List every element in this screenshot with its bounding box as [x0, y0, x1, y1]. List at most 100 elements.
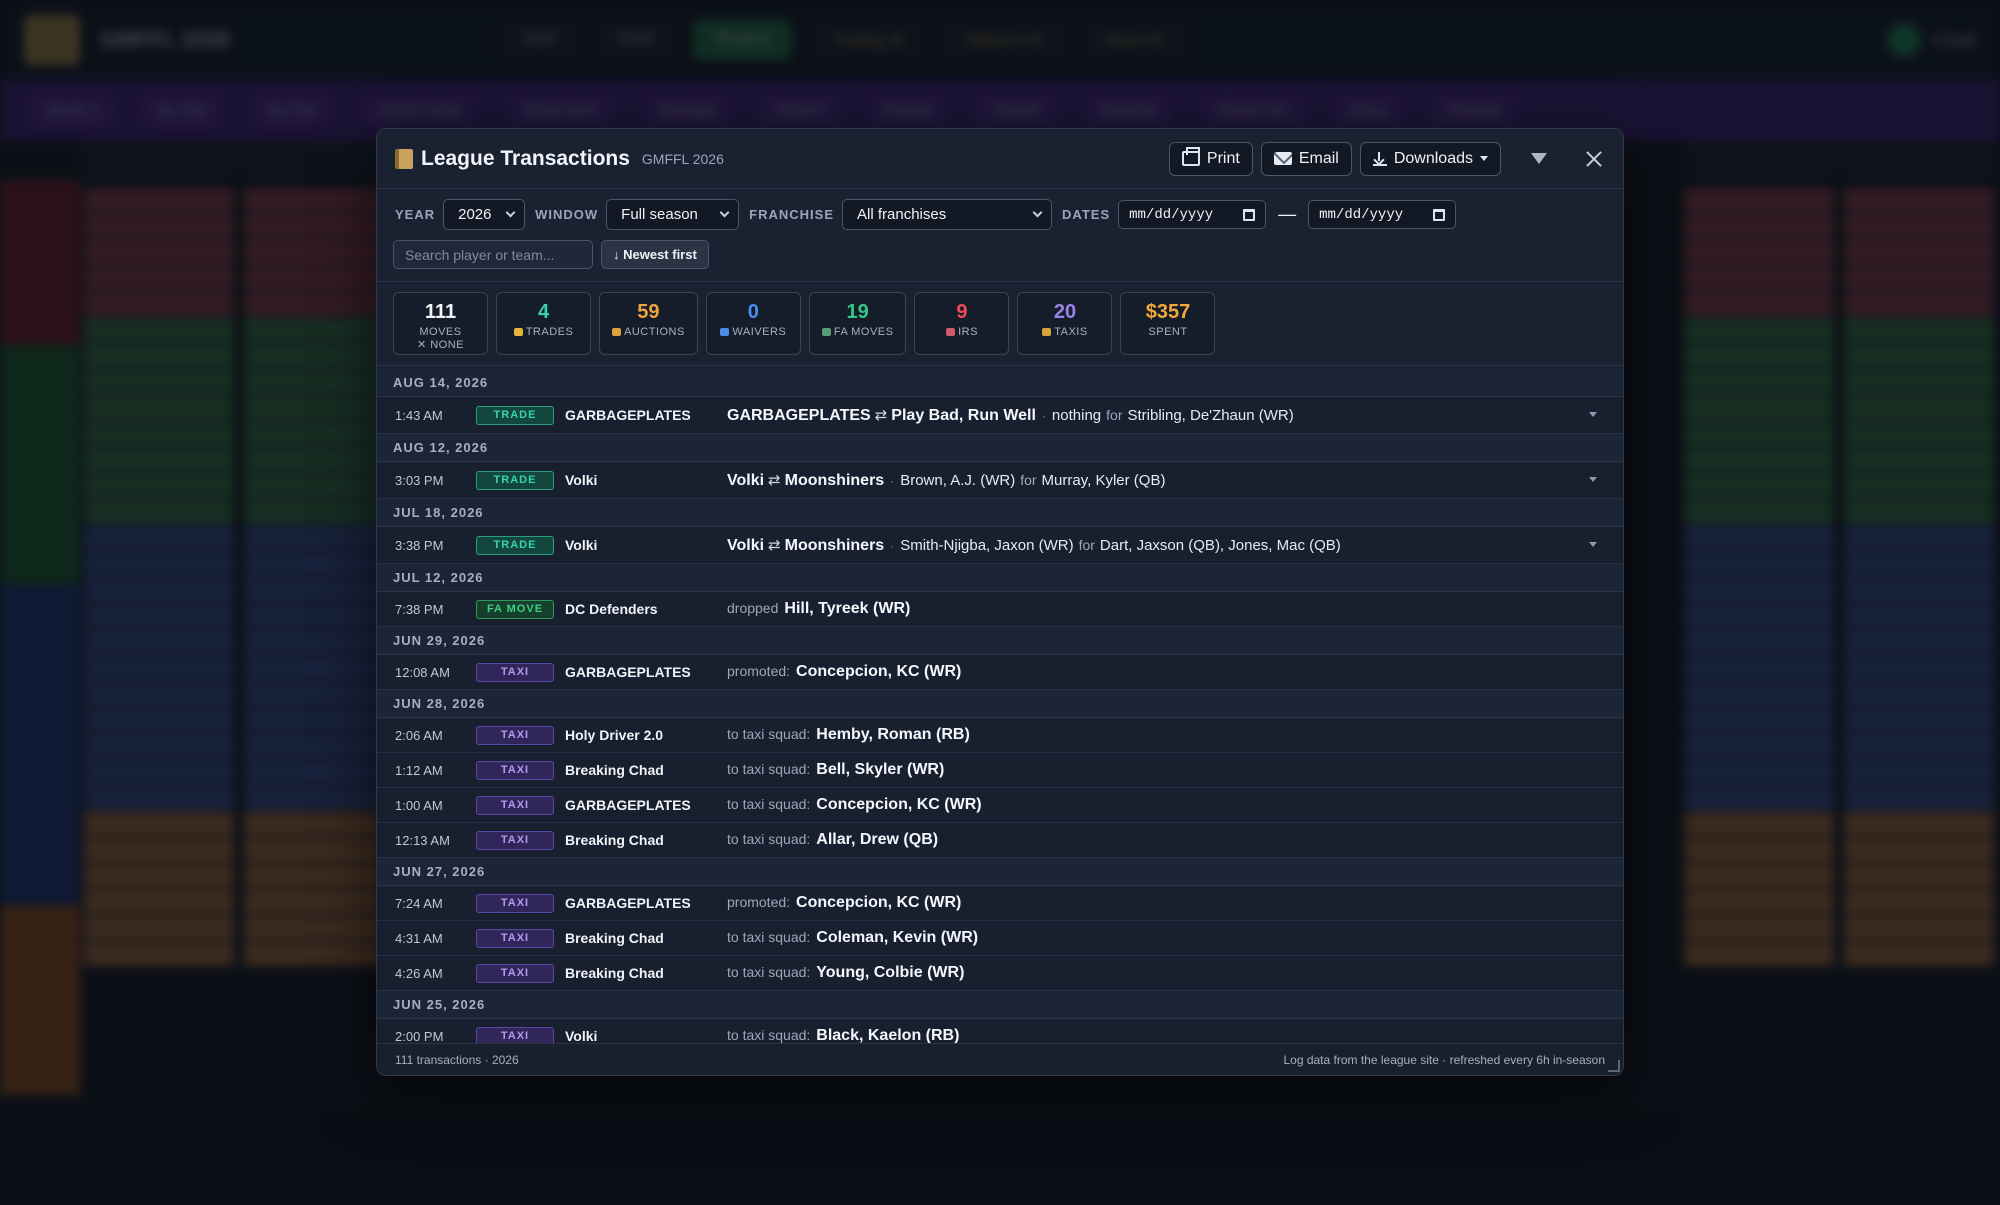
player-name[interactable]: Bell, Skyler (WR) — [816, 761, 944, 778]
player-name[interactable]: Hill, Tyreek (WR) — [784, 600, 910, 617]
stat-icon — [1042, 328, 1052, 336]
date-to-input[interactable]: mm/dd/yyyy — [1308, 200, 1457, 229]
transaction-row[interactable]: 2:06 AM TAXI Holy Driver 2.0 to taxi squad:… — [377, 718, 1623, 753]
player-name[interactable]: Young, Colbie (WR) — [816, 964, 964, 981]
expand-chevron-icon[interactable] — [1589, 412, 1597, 417]
separator-dot: · — [1041, 408, 1046, 423]
window-select[interactable]: Full season — [606, 199, 740, 230]
transaction-time: 2:06 AM — [395, 727, 443, 743]
stat-waivers[interactable]: 0 WAIVERS — [705, 292, 801, 355]
date-group-header: JUN 27, 2026 — [377, 858, 1623, 886]
window-value: Full season — [621, 206, 698, 223]
transaction-type-badge: TAXI — [476, 830, 554, 850]
transaction-row[interactable]: 7:24 AM TAXI GARBAGEPLATES promoted: Concepc… — [377, 886, 1623, 921]
trade-for-word: for — [1020, 471, 1037, 488]
player-name[interactable]: Concepcion, KC (WR) — [816, 796, 981, 813]
calendar-icon[interactable] — [1433, 208, 1446, 221]
stat-label: TAXIS — [1042, 326, 1087, 338]
downloads-button[interactable]: Downloads — [1359, 141, 1501, 176]
player-name[interactable]: Concepcion, KC (WR) — [796, 894, 961, 911]
email-button[interactable]: Email — [1260, 141, 1352, 176]
player-name[interactable]: Black, Kaelon (RB) — [816, 1027, 959, 1044]
chevron-down-icon — [1480, 156, 1488, 161]
transaction-team[interactable]: Breaking Chad — [565, 930, 727, 946]
stat-fa-moves[interactable]: 19 FA MOVES — [808, 292, 907, 355]
trade-team-to[interactable]: Moonshiners — [785, 472, 885, 489]
modal-title: League Transactions — [421, 146, 630, 170]
transaction-time: 3:38 PM — [395, 537, 444, 553]
transaction-row[interactable]: 3:03 PM TRADE Volki Volki ⇄ Moonshiners · Brown… — [377, 462, 1623, 499]
transaction-row[interactable]: 2:00 PM TAXI Volki to taxi squad: Black, Kae… — [377, 1019, 1623, 1045]
print-button[interactable]: Print — [1168, 141, 1253, 176]
transaction-type-badge: TAXI — [476, 963, 554, 983]
franchise-label: FRANCHISE — [749, 207, 835, 222]
transaction-description: to taxi squad: Hemby, Roman (RB) — [727, 726, 970, 744]
franchise-select[interactable]: All franchises — [842, 199, 1053, 230]
action-prefix: dropped — [727, 600, 779, 616]
player-name[interactable]: Allar, Drew (QB) — [816, 831, 938, 848]
stat-taxis[interactable]: 20 TAXIS — [1017, 292, 1113, 355]
stat-auctions[interactable]: 59 AUCTIONS — [599, 292, 698, 355]
trade-team-from[interactable]: Volki — [727, 537, 764, 554]
player-name[interactable]: Concepcion, KC (WR) — [796, 663, 961, 680]
filter-toggle-icon[interactable] — [1531, 153, 1547, 164]
transaction-time: 4:26 AM — [395, 965, 443, 981]
search-input[interactable] — [393, 240, 593, 269]
trade-for-word: for — [1078, 536, 1095, 553]
trade-team-from[interactable]: Volki — [727, 472, 764, 489]
transaction-row[interactable]: 1:43 AM TRADE GARBAGEPLATES GARBAGEPLATES ⇄ P… — [377, 397, 1623, 434]
transaction-type-badge: TRADE — [476, 470, 554, 490]
transaction-team[interactable]: GARBAGEPLATES — [565, 407, 727, 423]
transaction-row[interactable]: 1:12 AM TAXI Breaking Chad to taxi squad: Be… — [377, 753, 1623, 788]
franchise-value: All franchises — [857, 206, 947, 223]
stat-moves[interactable]: 111 MOVES ✕ NONE — [393, 292, 488, 355]
transaction-row[interactable]: 4:26 AM TAXI Breaking Chad to taxi squad: Yo… — [377, 956, 1623, 991]
stat-value: 9 — [956, 301, 968, 323]
transaction-team[interactable]: DC Defenders — [565, 601, 727, 617]
year-select[interactable]: 2026 — [443, 199, 526, 230]
trade-team-from[interactable]: GARBAGEPLATES — [727, 407, 871, 424]
stat-irs[interactable]: 9 IRS — [914, 292, 1010, 355]
transaction-row[interactable]: 7:38 PM FA MOVE DC Defenders dropped Hill, T… — [377, 592, 1623, 627]
transaction-row[interactable]: 1:00 AM TAXI GARBAGEPLATES to taxi squad: Co… — [377, 788, 1623, 823]
transaction-row[interactable]: 12:13 AM TAXI Breaking Chad to taxi squad: A… — [377, 823, 1623, 858]
trade-team-to[interactable]: Moonshiners — [785, 537, 885, 554]
transaction-row[interactable]: 3:38 PM TRADE Volki Volki ⇄ Moonshiners · Smith… — [377, 527, 1623, 564]
transaction-type-badge: TAXI — [476, 725, 554, 745]
transaction-row[interactable]: 12:08 AM TAXI GARBAGEPLATES promoted: Concep… — [377, 655, 1623, 690]
transaction-team[interactable]: Holy Driver 2.0 — [565, 727, 727, 743]
transaction-team[interactable]: Breaking Chad — [565, 965, 727, 981]
expand-chevron-icon[interactable] — [1589, 477, 1597, 482]
transaction-team[interactable]: GARBAGEPLATES — [565, 664, 727, 680]
resize-grip-icon[interactable] — [1608, 1060, 1620, 1072]
player-name[interactable]: Hemby, Roman (RB) — [816, 726, 970, 743]
player-name[interactable]: Coleman, Kevin (WR) — [816, 929, 978, 946]
transaction-time: 7:38 PM — [395, 601, 444, 617]
transaction-team[interactable]: GARBAGEPLATES — [565, 895, 727, 911]
expand-chevron-icon[interactable] — [1589, 542, 1597, 547]
transaction-team[interactable]: Volki — [565, 537, 727, 553]
transaction-time: 2:00 PM — [395, 1028, 444, 1044]
transaction-team[interactable]: Volki — [565, 1028, 727, 1044]
transaction-team[interactable]: Breaking Chad — [565, 762, 727, 778]
date-group-header: JUL 12, 2026 — [377, 564, 1623, 592]
stat-trades[interactable]: 4 TRADES — [496, 292, 591, 355]
close-icon[interactable] — [1583, 148, 1605, 170]
date-from-input[interactable]: mm/dd/yyyy — [1118, 200, 1267, 229]
transaction-description: promoted: Concepcion, KC (WR) — [727, 894, 961, 912]
transaction-row[interactable]: 4:31 AM TAXI Breaking Chad to taxi squad: Co… — [377, 921, 1623, 956]
transaction-team[interactable]: Volki — [565, 472, 727, 488]
calendar-icon[interactable] — [1243, 208, 1256, 221]
transaction-time: 12:08 AM — [395, 664, 450, 680]
action-prefix: to taxi squad: — [727, 1027, 811, 1043]
trade-team-to[interactable]: Play Bad, Run Well — [891, 407, 1036, 424]
date-group-header: JUN 29, 2026 — [377, 627, 1623, 655]
stat-spent[interactable]: $357 SPENT — [1120, 292, 1216, 355]
date-to-value: mm/dd/yyyy — [1319, 206, 1404, 223]
year-value: 2026 — [458, 206, 492, 223]
transaction-team[interactable]: GARBAGEPLATES — [565, 797, 727, 813]
sort-order-button[interactable]: ↓ Newest first — [601, 240, 709, 269]
transaction-team[interactable]: Breaking Chad — [565, 832, 727, 848]
transaction-type-badge: TAXI — [476, 928, 554, 948]
stat-label-text: IRS — [958, 326, 978, 338]
